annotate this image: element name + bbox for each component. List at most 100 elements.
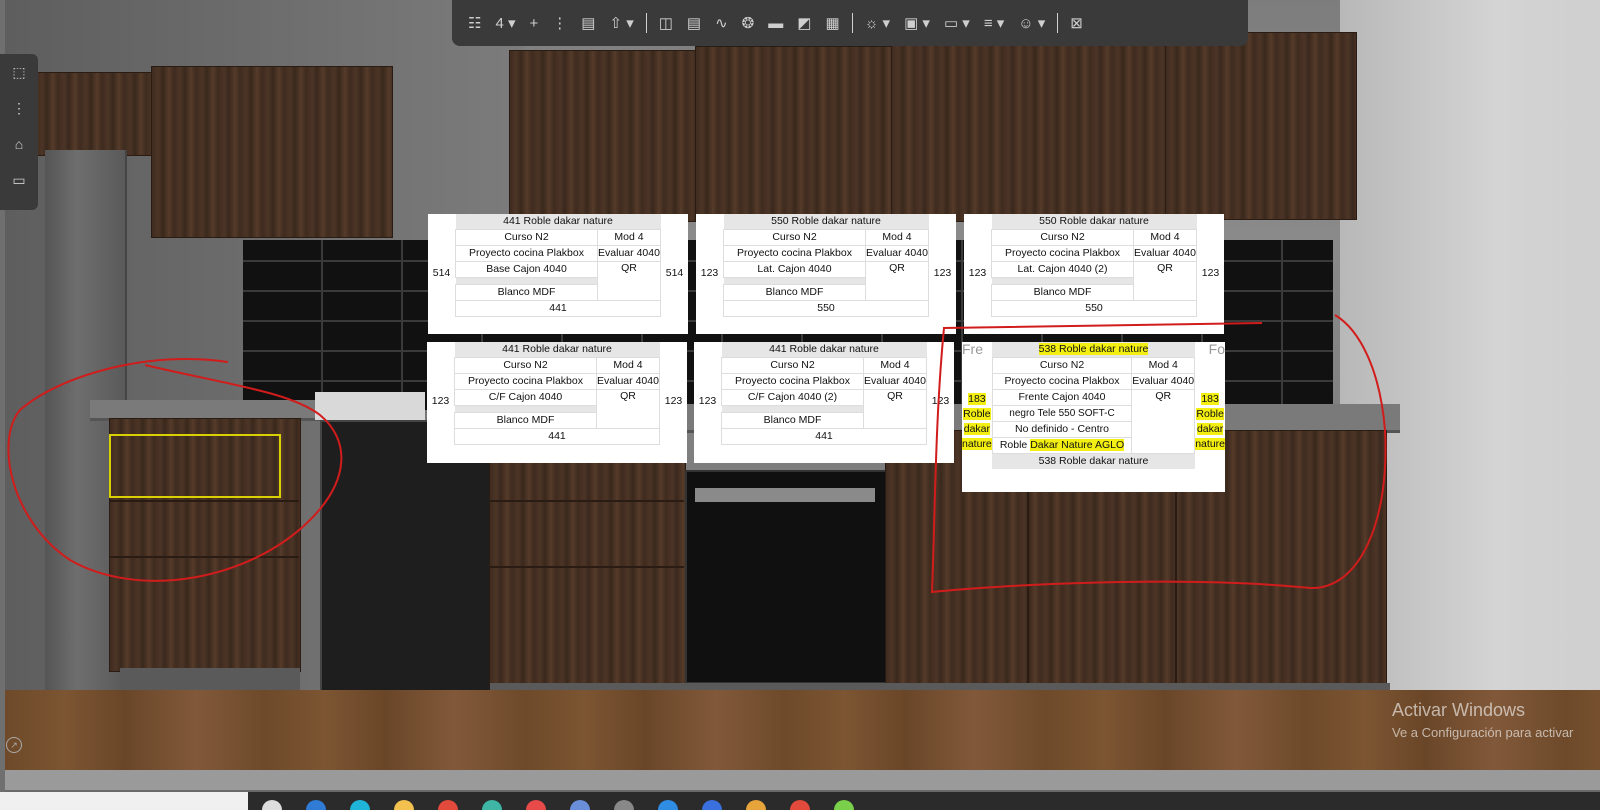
corner-cell (964, 214, 992, 230)
upper-cabinet-1[interactable] (509, 50, 697, 222)
edge-icon[interactable] (306, 800, 326, 810)
bulb-icon[interactable]: ❂ (738, 14, 759, 32)
label-card[interactable]: 441 Roble dakar nature Curso N2 Mod 4 12… (694, 342, 954, 463)
camera-icon[interactable]: ▣ ▾ (900, 14, 934, 32)
ruler-icon[interactable]: ◩ (793, 14, 815, 32)
vscode-icon[interactable] (658, 800, 678, 810)
edge-right-value: 123 (664, 394, 683, 407)
edge-left-value: 123 (968, 266, 987, 279)
gap-row (991, 277, 1134, 285)
card-header: 550 Roble dakar nature (991, 214, 1197, 230)
upper-cabinet-small[interactable] (35, 72, 155, 156)
module-label: Mod 4 (865, 229, 929, 246)
app-icon[interactable] (614, 800, 634, 810)
document-icon[interactable]: ▤ (577, 14, 599, 32)
app-icon[interactable] (746, 800, 766, 810)
more-vertical-icon[interactable]: ⋮ (548, 14, 571, 32)
export-icon[interactable]: ⇧ ▾ (605, 14, 637, 32)
gap-row (721, 405, 864, 413)
truncated-label-left: Fre (962, 341, 983, 358)
more-vertical-icon[interactable]: ⋮ (0, 90, 38, 126)
label-card[interactable]: 441 Roble dakar nature Curso N2 Mod 4 12… (427, 342, 687, 463)
sun-icon[interactable]: ☼ ▾ (861, 14, 894, 32)
dishwasher[interactable] (685, 470, 889, 684)
spacer-cell (428, 230, 456, 246)
handle-label: negro Tele 550 SOFT-C (991, 405, 1133, 422)
spacer-cell (427, 429, 455, 445)
corner-cell (428, 214, 456, 230)
part-name: Lat. Cajon 4040 (2) (991, 261, 1134, 278)
course-label: Curso N2 (991, 229, 1134, 246)
close-icon[interactable]: ⊠ (1066, 14, 1087, 32)
module-label: Mod 4 (1133, 229, 1197, 246)
module-label: Mod 4 (596, 357, 660, 374)
app-icon[interactable] (834, 800, 854, 810)
upper-cabinet-left[interactable] (151, 66, 393, 238)
app-icon[interactable] (570, 800, 590, 810)
label-card-drawer-front[interactable]: Fre 538 Roble dakar nature Fo Curso N2 M… (962, 342, 1225, 492)
label-card[interactable]: 550 Roble dakar nature Curso N2 Mod 4 12… (696, 214, 956, 334)
upper-cabinet-2[interactable] (695, 46, 893, 222)
evaluate-label: Evaluar 4040 (597, 245, 661, 262)
project-label: Proyecto cocina Plakbox (455, 245, 598, 262)
spacer-cell (1197, 230, 1225, 246)
selected-drawer-highlight[interactable] (109, 434, 281, 498)
left-tool-panel: ⬚ ⋮ ⌂ ▭ (0, 54, 38, 210)
plus-icon[interactable]: + (526, 15, 543, 32)
edge-right-value: 123 (931, 394, 950, 407)
folder-icon[interactable] (394, 800, 414, 810)
card-footer: 441 (455, 300, 661, 317)
app-icon[interactable] (526, 800, 546, 810)
lines-icon[interactable]: ≡ ▾ (980, 14, 1008, 32)
module-label: Mod 4 (597, 229, 661, 246)
corner-cell (696, 214, 724, 230)
curve-icon[interactable]: ∿ (711, 14, 732, 32)
taskbar-search[interactable] (0, 792, 248, 810)
screen-icon[interactable]: ▬ (764, 15, 787, 32)
grid-icon[interactable]: ☷ (464, 14, 485, 32)
report-icon[interactable]: ▤ (683, 14, 705, 32)
app-icon[interactable] (702, 800, 722, 810)
windows-taskbar (0, 792, 1600, 810)
qr-placeholder: QR (596, 389, 660, 429)
edge-right-value: 514 (665, 266, 684, 279)
course-label: Curso N2 (454, 357, 597, 374)
label-card[interactable]: 550 Roble dakar nature Curso N2 Mod 4 12… (964, 214, 1224, 334)
edge-right: 183 Roble dakar nature (1195, 392, 1225, 450)
spacer-cell (929, 230, 957, 246)
drawer-divider (109, 500, 299, 502)
project-label: Proyecto cocina Plakbox (454, 373, 597, 390)
browser-icon[interactable] (350, 800, 370, 810)
upper-cabinet-3[interactable] (891, 40, 1167, 222)
corner-cell (660, 342, 688, 358)
label-card[interactable]: 441 Roble dakar nature Curso N2 Mod 4 51… (428, 214, 688, 334)
spacer-cell (427, 358, 455, 374)
home-icon[interactable]: ⌂ (0, 126, 38, 162)
chrome-icon[interactable] (438, 800, 458, 810)
drawer-divider (109, 556, 299, 558)
drawer-divider (489, 500, 684, 502)
hatch-icon[interactable]: ▦ (821, 14, 843, 32)
monitor-icon[interactable]: ▭ (0, 162, 38, 198)
video-icon[interactable]: ▭ ▾ (940, 14, 974, 32)
node-icon[interactable]: ⬚ (0, 54, 38, 90)
drawer-cabinet-middle[interactable] (489, 430, 686, 687)
floor-edge (5, 770, 1600, 790)
card-footer: 550 (991, 300, 1197, 317)
material-label: Blanco MDF (991, 284, 1134, 301)
app-icon[interactable] (482, 800, 502, 810)
spacer-cell (661, 301, 689, 317)
view-count[interactable]: 4 ▾ (491, 14, 519, 32)
part-name: Base Cajon 4040 (455, 261, 598, 278)
corner-cell (694, 342, 722, 358)
users-icon[interactable]: ☺ ▾ (1014, 14, 1049, 32)
layout-icon[interactable]: ◫ (655, 14, 677, 32)
upper-cabinet-4[interactable] (1165, 32, 1357, 220)
spacer-cell (696, 230, 724, 246)
evaluate-label: Evaluar 4040 (1131, 373, 1196, 390)
taskview-icon[interactable] (262, 800, 282, 810)
evaluate-label: Evaluar 4040 (1133, 245, 1197, 262)
compass-icon[interactable]: ↗ (6, 737, 22, 753)
truncated-label-right: Fo (1208, 341, 1225, 358)
app-icon[interactable] (790, 800, 810, 810)
